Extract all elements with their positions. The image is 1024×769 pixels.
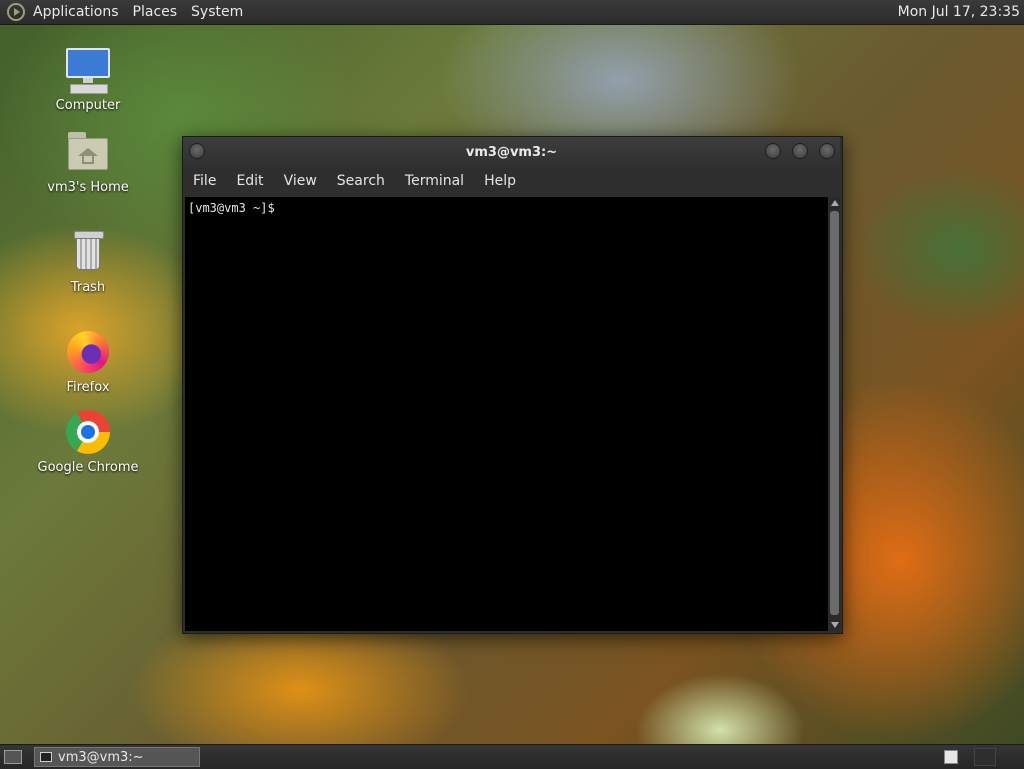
- trash-icon: [64, 228, 112, 276]
- minimize-button[interactable]: [765, 143, 781, 159]
- home-folder-icon: [64, 128, 112, 176]
- desktop-icon-chrome[interactable]: Google Chrome: [28, 408, 148, 475]
- desktop-icon-firefox[interactable]: Firefox: [28, 328, 148, 395]
- firefox-icon: [64, 328, 112, 376]
- menu-edit[interactable]: Edit: [226, 173, 273, 189]
- desktop-icon-label: Trash: [70, 280, 106, 295]
- taskbar-item-terminal[interactable]: vm3@vm3:~: [34, 747, 200, 767]
- terminal-scrollbar[interactable]: [829, 197, 840, 631]
- scroll-up-icon[interactable]: [831, 200, 839, 206]
- desktop-icon-label: Google Chrome: [37, 460, 139, 475]
- show-desktop-button[interactable]: [4, 750, 22, 764]
- workspace-switcher-1[interactable]: [944, 750, 958, 764]
- computer-icon: [64, 46, 112, 94]
- distro-logo-icon[interactable]: [7, 3, 25, 21]
- desktop-icon-label: Firefox: [66, 380, 110, 395]
- terminal-icon: [40, 752, 52, 762]
- places-menu[interactable]: Places: [133, 4, 178, 20]
- scrollbar-thumb[interactable]: [830, 211, 839, 615]
- system-menu[interactable]: System: [191, 4, 243, 20]
- terminal-output[interactable]: [vm3@vm3 ~]$: [185, 197, 828, 631]
- panel-clock[interactable]: Mon Jul 17, 23:35: [898, 4, 1020, 20]
- window-titlebar[interactable]: vm3@vm3:~: [183, 137, 840, 167]
- terminal-menubar: File Edit View Search Terminal Help: [183, 167, 840, 195]
- workspace-switcher-2[interactable]: [974, 748, 996, 766]
- menu-help[interactable]: Help: [474, 173, 526, 189]
- menu-file[interactable]: File: [183, 173, 226, 189]
- window-title: vm3@vm3:~: [465, 144, 558, 160]
- window-menu-icon[interactable]: [189, 143, 205, 159]
- terminal-window[interactable]: vm3@vm3:~ File Edit View Search Terminal…: [182, 136, 843, 634]
- scroll-down-icon[interactable]: [831, 622, 839, 628]
- applications-menu[interactable]: Applications: [33, 4, 119, 20]
- taskbar-item-label: vm3@vm3:~: [58, 749, 144, 765]
- desktop-icon-trash[interactable]: Trash: [28, 228, 148, 295]
- menu-view[interactable]: View: [274, 173, 327, 189]
- maximize-button[interactable]: [792, 143, 808, 159]
- desktop-icon-computer[interactable]: Computer: [28, 46, 148, 113]
- chrome-icon: [64, 408, 112, 456]
- close-button[interactable]: [819, 143, 835, 159]
- desktop-icon-label: Computer: [55, 98, 121, 113]
- menu-search[interactable]: Search: [327, 173, 395, 189]
- top-panel: Applications Places System Mon Jul 17, 2…: [0, 0, 1024, 25]
- desktop-icon-label: vm3's Home: [47, 180, 129, 195]
- shell-prompt: [vm3@vm3 ~]$: [188, 201, 275, 215]
- desktop-icon-home[interactable]: vm3's Home: [28, 128, 148, 195]
- bottom-panel: vm3@vm3:~: [0, 744, 1024, 769]
- menu-terminal[interactable]: Terminal: [395, 173, 474, 189]
